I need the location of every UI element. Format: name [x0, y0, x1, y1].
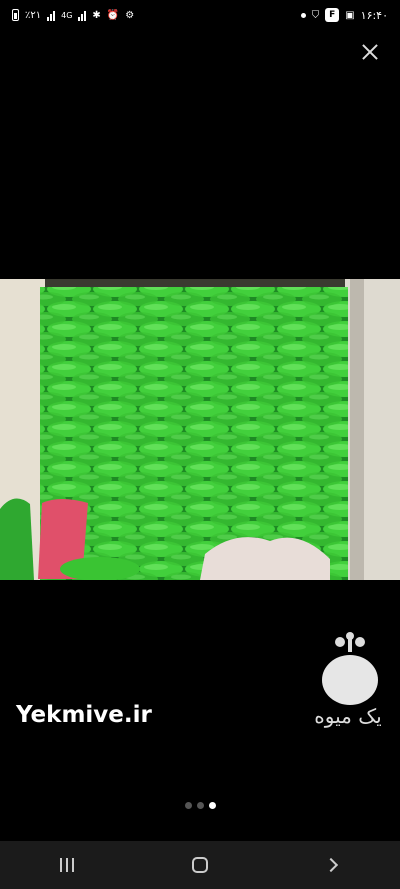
photo-image[interactable] [0, 279, 400, 580]
f-app-icon: F [325, 8, 340, 22]
sacks-illustration [0, 279, 400, 580]
battery-icon [12, 8, 19, 22]
close-icon[interactable] [358, 40, 382, 64]
gallery-icon: ▣ [345, 9, 355, 21]
status-right: ⛉ F ▣ ۱۶:۴۰ [300, 8, 388, 22]
bluetooth-icon: ✱ [92, 9, 101, 21]
home-button[interactable] [170, 845, 230, 885]
settings-icon: ⚙ [125, 9, 135, 21]
status-left: ٪۲۱ 4G ✱ ⏰ ⚙ [12, 8, 134, 22]
watermark-brand-text: یک میوه [314, 704, 382, 728]
page-dot[interactable] [184, 802, 192, 809]
home-icon [191, 857, 208, 873]
back-button[interactable] [303, 845, 363, 885]
alarm-icon: ⏰ [106, 9, 120, 21]
shield-icon: ⛉ [311, 9, 320, 21]
back-icon [324, 857, 339, 873]
battery-percent: ٪۲۱ [25, 9, 42, 21]
signal-icon [78, 10, 87, 21]
page-dot[interactable] [196, 802, 204, 809]
page-dot-active[interactable] [208, 802, 216, 809]
page-indicator [0, 802, 400, 809]
navigation-bar [0, 841, 400, 889]
signal-icon [47, 10, 56, 21]
status-bar: ٪۲۱ 4G ✱ ⏰ ⚙ ⛉ F ▣ ۱۶:۴۰ [0, 0, 400, 30]
clock-time: ۱۶:۴۰ [360, 8, 388, 22]
recent-apps-icon [59, 858, 74, 872]
watermark-site-text: Yekmive.ir [16, 702, 152, 728]
dot-icon [300, 12, 306, 18]
recent-apps-button[interactable] [37, 845, 97, 885]
network-4g-icon: 4G [61, 10, 73, 20]
